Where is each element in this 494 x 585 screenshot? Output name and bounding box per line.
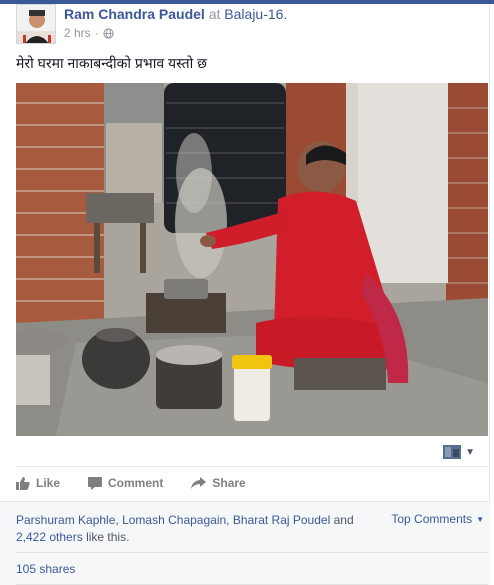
post-time[interactable]: 2 hrs bbox=[64, 26, 91, 40]
like-button[interactable]: Like bbox=[16, 476, 60, 490]
top-comments-dropdown[interactable]: Top Comments ▼ bbox=[391, 512, 484, 526]
comment-icon bbox=[88, 476, 103, 490]
meta-dot: · bbox=[94, 26, 99, 40]
avatar-image bbox=[17, 5, 55, 43]
and-word: and bbox=[333, 513, 354, 527]
top-comments-label: Top Comments bbox=[391, 512, 473, 526]
profile-picture-icon[interactable] bbox=[443, 445, 462, 459]
divider bbox=[16, 552, 488, 553]
post-photo[interactable] bbox=[16, 83, 488, 436]
comment-button[interactable]: Comment bbox=[88, 476, 163, 490]
divider bbox=[16, 466, 488, 467]
author-name[interactable]: Ram Chandra Paudel bbox=[64, 6, 205, 22]
action-bar: Like Comment Share bbox=[16, 476, 274, 490]
liker-name[interactable]: Bharat Raj Poudel bbox=[233, 513, 330, 527]
likes-box: Parshuram Kaphle, Lomash Chapagain, Bhar… bbox=[0, 501, 490, 585]
liker-separator: , bbox=[226, 513, 230, 527]
photo-scene bbox=[16, 83, 488, 436]
share-icon bbox=[191, 476, 207, 489]
chevron-down-icon[interactable]: ▼ bbox=[465, 447, 475, 458]
photo-tools[interactable]: ▼ bbox=[443, 445, 475, 459]
at-word: at bbox=[208, 6, 221, 22]
post-meta: 2 hrs · bbox=[64, 26, 114, 40]
liker-name[interactable]: Lomash Chapagain bbox=[122, 513, 226, 527]
globe-icon[interactable] bbox=[103, 27, 114, 39]
post-card: Ram Chandra Paudel at Balaju-16. 2 hrs ·… bbox=[0, 4, 490, 585]
share-button[interactable]: Share bbox=[191, 476, 246, 490]
location-link[interactable]: Balaju-16. bbox=[224, 6, 287, 22]
likes-suffix: like this. bbox=[86, 530, 130, 544]
liker-name[interactable]: Parshuram Kaphle bbox=[16, 513, 115, 527]
chevron-down-icon: ▼ bbox=[476, 514, 484, 524]
liker-separator: , bbox=[115, 513, 119, 527]
shares-link[interactable]: 105 shares bbox=[16, 562, 75, 576]
author-line: Ram Chandra Paudel at Balaju-16. bbox=[64, 6, 287, 22]
likes-summary: Parshuram Kaphle, Lomash Chapagain, Bhar… bbox=[16, 512, 356, 546]
comment-label: Comment bbox=[108, 476, 164, 490]
post-text: मेरो घरमा नाकाबन्दीको प्रभाव यस्तो छ bbox=[16, 55, 207, 71]
others-link[interactable]: 2,422 others bbox=[16, 530, 83, 544]
share-label: Share bbox=[212, 476, 246, 490]
thumbs-up-icon bbox=[16, 476, 30, 490]
like-label: Like bbox=[36, 476, 61, 490]
avatar[interactable] bbox=[16, 4, 56, 44]
